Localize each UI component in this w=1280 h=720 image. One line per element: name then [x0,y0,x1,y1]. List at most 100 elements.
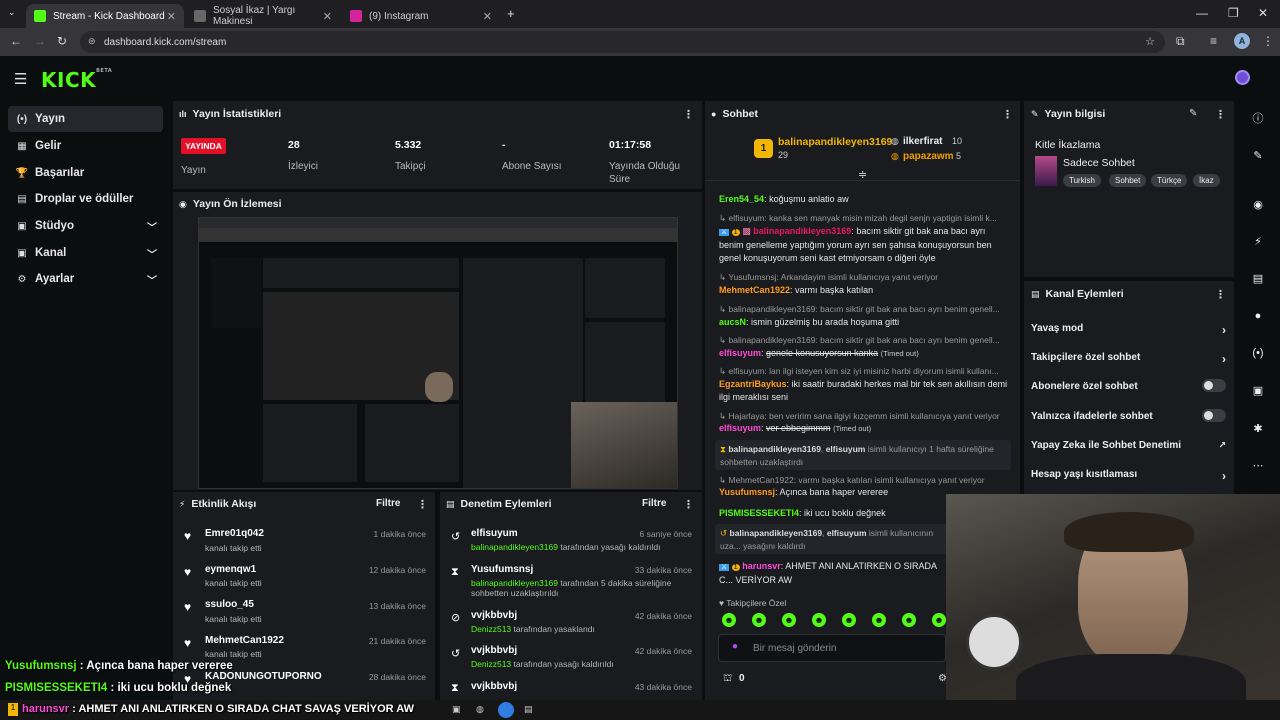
tab-instagram[interactable]: (9) Instagram ✕ [342,4,500,28]
chat-toggle-icon[interactable]: ● [1245,303,1271,329]
close-tab-icon[interactable]: ✕ [483,10,492,23]
action-account-age[interactable]: Hesap yaşı kısıtlaması › [1031,469,1226,483]
taskbar-app-icon[interactable]: ▣ [452,704,461,715]
close-window-icon[interactable]: ✕ [1258,6,1268,20]
tag-chip[interactable]: Türkçe [1151,174,1188,187]
close-tab-icon[interactable]: ✕ [323,10,332,23]
broadcast-toggle-icon[interactable]: (•) [1245,340,1271,366]
store-icon[interactable]: ⛫ [723,673,732,686]
browser-menu-icon[interactable]: ⋮ [1262,34,1274,48]
moderation-user[interactable]: vvjkbbvbj [471,610,517,621]
actions-toggle-icon[interactable]: ▣ [1245,377,1271,403]
chrome-taskbar-icon[interactable] [498,702,514,718]
sidebar-item-gelir[interactable]: ▦ Gelir [8,133,163,159]
kick-logo[interactable]: KICKBETA [41,68,112,92]
leaderboard-top-user[interactable]: balinapandikleyen3169 [778,136,892,148]
chat-input[interactable]: Bir mesaj gönderin [718,634,946,662]
action-slow-mode[interactable]: Yavaş mod › [1031,323,1226,337]
emote-icon[interactable]: ☻ [752,613,766,627]
taskbar-app-icon[interactable]: ▤ [524,704,533,715]
back-icon[interactable]: ← [10,34,22,48]
channel-actions-menu-icon[interactable]: ⋮ [1215,288,1226,301]
action-emote-only[interactable]: Yalnızca ifadelerle sohbet [1031,409,1226,422]
maximize-icon[interactable]: ❐ [1228,6,1239,20]
sidebar-item-studyo[interactable]: ▣ Stüdyo ﹀ [8,213,163,239]
info-icon[interactable]: ⓘ [1245,105,1271,131]
stream-info-menu-icon[interactable]: ⋮ [1215,108,1226,121]
moderation-user[interactable]: vvjkbbvbj [471,681,517,692]
moderation-user[interactable]: vvjkbbvbj [471,645,517,656]
emote-icon[interactable]: ☻ [932,613,946,627]
chat-message[interactable]: aucsN: ismin güzelmiş bu arada hoşuma gi… [719,316,1009,329]
tag-chip[interactable]: İkaz [1193,174,1220,187]
activity-toggle-icon[interactable]: ⚡ [1245,228,1271,254]
moderation-menu-icon[interactable]: ⋮ [683,498,694,511]
tab-search-icon[interactable]: ⌄ [8,7,16,18]
tools-icon[interactable]: ✱ [1245,415,1271,441]
taskbar-app-icon[interactable]: ◍ [476,704,484,715]
action-ai-moderation[interactable]: Yapay Zeka ile Sohbet Denetimi ↗ [1031,440,1226,451]
stream-category[interactable]: Sadece Sohbet [1063,157,1135,169]
emote-icon[interactable]: ☻ [782,613,796,627]
more-icon[interactable]: ⋯ [1245,452,1271,478]
emote-icon[interactable]: ☻ [902,613,916,627]
activity-filter-button[interactable]: Filtre [376,498,400,509]
stream-preview-video[interactable] [198,217,678,489]
activity-user[interactable]: Emre01q042 [205,528,264,539]
chat-message[interactable]: elfisuyum: ver ebbegimmm (Timed out) [719,422,1009,435]
tag-chip[interactable]: Turkish [1063,174,1101,187]
moderation-toggle-icon[interactable]: ▤ [1245,265,1271,291]
activity-user[interactable]: eymenqw1 [205,564,256,575]
address-bar[interactable]: ⊜ dashboard.kick.com/stream ☆ [80,31,1165,53]
edit-icon[interactable]: ✎ [1245,142,1271,168]
moderation-user[interactable]: Yusufumsnsj [471,564,533,575]
sidebar-item-basarilar[interactable]: 🏆 Başarılar [8,160,163,186]
emote-only-toggle[interactable] [1202,409,1226,422]
action-subscribers-only[interactable]: Abonelere özel sohbet [1031,379,1226,392]
tag-chip[interactable]: Sohbet [1109,174,1147,187]
chat-message[interactable]: ⚔ 1 ▩ balinapandikleyen3169: bacım sikti… [719,225,1009,265]
moderation-user[interactable]: elfisuyum [471,528,518,539]
leaderboard-second-user[interactable]: ilkerfirat [903,136,942,147]
activity-user[interactable]: KADONUNGOTUPORNO [205,671,322,682]
leaderboard-third-user[interactable]: papazawm [903,151,954,162]
hamburger-menu-icon[interactable]: ☰ [14,70,27,88]
minimize-icon[interactable]: — [1196,6,1208,20]
tab-kick-dashboard[interactable]: Stream - Kick Dashboard ✕ [26,4,184,28]
extensions-icon[interactable]: ⧉ [1176,34,1185,49]
sidebar-item-kanal[interactable]: ▣ Kanal ﹀ [8,240,163,266]
sidebar-item-droplar[interactable]: ▤ Droplar ve ödüller [8,186,163,212]
user-avatar[interactable] [1235,70,1250,85]
chat-message[interactable]: ⚔ 1 harunsvr: AHMET ANI ANLATIRKEN O SIR… [719,560,949,587]
activity-user[interactable]: MehmetCan1922 [205,635,284,646]
chat-message[interactable]: Eren54_54: koğuşmu anlatio aw [719,193,1009,206]
moderation-filter-button[interactable]: Filtre [642,498,666,509]
chat-message[interactable]: MehmetCan1922: varmı başka katılan [719,284,1009,297]
emote-icon[interactable]: ☻ [842,613,856,627]
sidebar-item-ayarlar[interactable]: ⚙ Ayarlar ﹀ [8,266,163,292]
site-info-icon[interactable]: ⊜ [88,36,96,47]
activity-user[interactable]: ssuloo_45 [205,599,254,610]
sidebar-item-yayin[interactable]: (•) Yayın [8,106,163,132]
stats-menu-icon[interactable]: ⋮ [683,108,694,121]
chat-message[interactable]: elfisuyum: genele konusuyorsun kanka (Ti… [719,347,1009,360]
bookmark-star-icon[interactable]: ☆ [1145,35,1155,48]
emote-icon[interactable]: ☻ [722,613,736,627]
edit-stream-info-icon[interactable]: ✎ [1189,108,1197,119]
action-followers-only[interactable]: Takipçilere özel sohbet › [1031,352,1226,366]
media-icon[interactable]: ≡ [1210,34,1217,48]
chat-menu-icon[interactable]: ⋮ [1002,108,1013,121]
forward-icon[interactable]: → [34,34,46,48]
microphone-icon[interactable]: ● [732,641,738,652]
close-tab-icon[interactable]: ✕ [167,10,176,23]
new-tab-button[interactable]: + [507,6,515,21]
activity-menu-icon[interactable]: ⋮ [417,498,428,511]
subscribers-only-toggle[interactable] [1202,379,1226,392]
profile-avatar[interactable]: A [1234,33,1250,49]
chat-message[interactable]: EgzantriBaykus: iki saatir buradaki herk… [719,378,1009,404]
preview-toggle-icon[interactable]: ◉ [1245,191,1271,217]
emote-icon[interactable]: ☻ [812,613,826,627]
emote-icon[interactable]: ☻ [872,613,886,627]
tab-sosyal-ikaz[interactable]: Sosyal İkaz | Yargı Makinesi ✕ [186,4,340,28]
reload-icon[interactable]: ↻ [57,34,67,48]
